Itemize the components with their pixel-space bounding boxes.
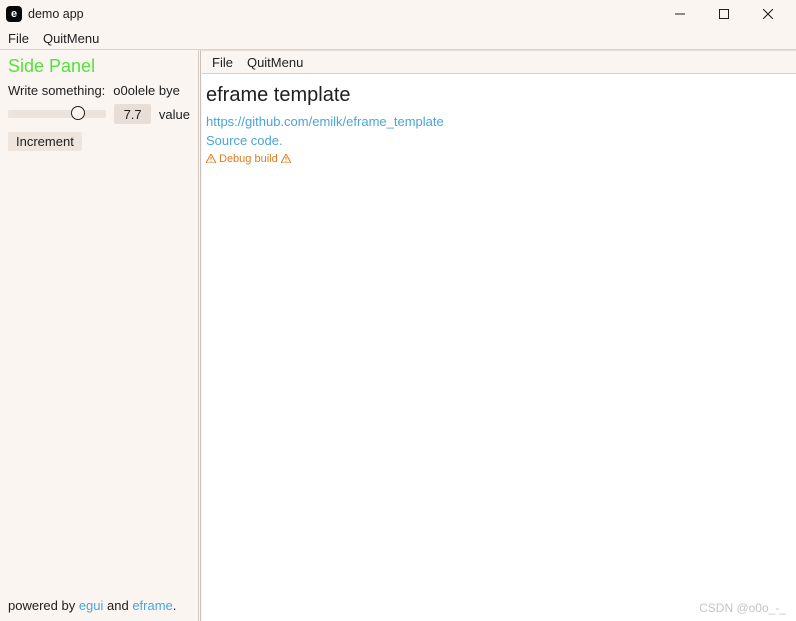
outer-menubar: File QuitMenu — [0, 28, 796, 50]
warning-icon — [206, 154, 216, 163]
side-panel-heading: Side Panel — [8, 56, 190, 77]
repo-link[interactable]: https://github.com/emilk/eframe_template — [206, 113, 786, 132]
write-row: Write something: o0olele bye — [8, 83, 190, 98]
write-label: Write something: — [8, 83, 105, 98]
minimize-button[interactable] — [658, 0, 702, 28]
slider-value-label: value — [159, 107, 190, 122]
central-heading: eframe template — [206, 84, 786, 107]
write-input[interactable]: o0olele bye — [113, 83, 190, 98]
central-panel: File QuitMenu eframe template https://gi… — [202, 50, 796, 621]
eframe-link[interactable]: eframe — [132, 598, 172, 613]
inner-menu-quit[interactable]: QuitMenu — [247, 55, 303, 70]
app-icon: e — [6, 6, 22, 22]
window-titlebar[interactable]: e demo app — [0, 0, 796, 28]
app-window: e demo app File QuitMenu Side Panel Writ… — [0, 0, 796, 621]
footer-text-prefix: powered by — [8, 598, 79, 613]
watermark: CSDN @o0o_-_ — [699, 601, 786, 615]
side-footer: powered by egui and eframe. — [8, 598, 190, 617]
increment-button[interactable]: Increment — [8, 132, 82, 151]
warning-icon — [281, 154, 291, 163]
egui-link[interactable]: egui — [79, 598, 104, 613]
slider-numeric-value[interactable]: 7.7 — [114, 104, 151, 124]
inner-menubar: File QuitMenu — [202, 50, 796, 74]
window-title: demo app — [28, 7, 84, 21]
source-code-link[interactable]: Source code. — [206, 132, 786, 151]
debug-build-label: Debug build — [206, 153, 786, 165]
side-panel: Side Panel Write something: o0olele bye … — [0, 50, 199, 621]
slider-row: 7.7 value — [8, 104, 190, 124]
outer-menu-quit[interactable]: QuitMenu — [43, 31, 99, 46]
outer-menu-file[interactable]: File — [8, 31, 29, 46]
footer-text-suffix: . — [173, 598, 177, 613]
footer-text-and: and — [103, 598, 132, 613]
maximize-button[interactable] — [702, 0, 746, 28]
slider-track — [8, 110, 106, 118]
close-button[interactable] — [746, 0, 790, 28]
app-body: Side Panel Write something: o0olele bye … — [0, 50, 796, 621]
inner-menu-file[interactable]: File — [212, 55, 233, 70]
value-slider[interactable] — [8, 107, 106, 121]
debug-build-text: Debug build — [219, 153, 278, 165]
central-content: eframe template https://github.com/emilk… — [202, 74, 796, 621]
